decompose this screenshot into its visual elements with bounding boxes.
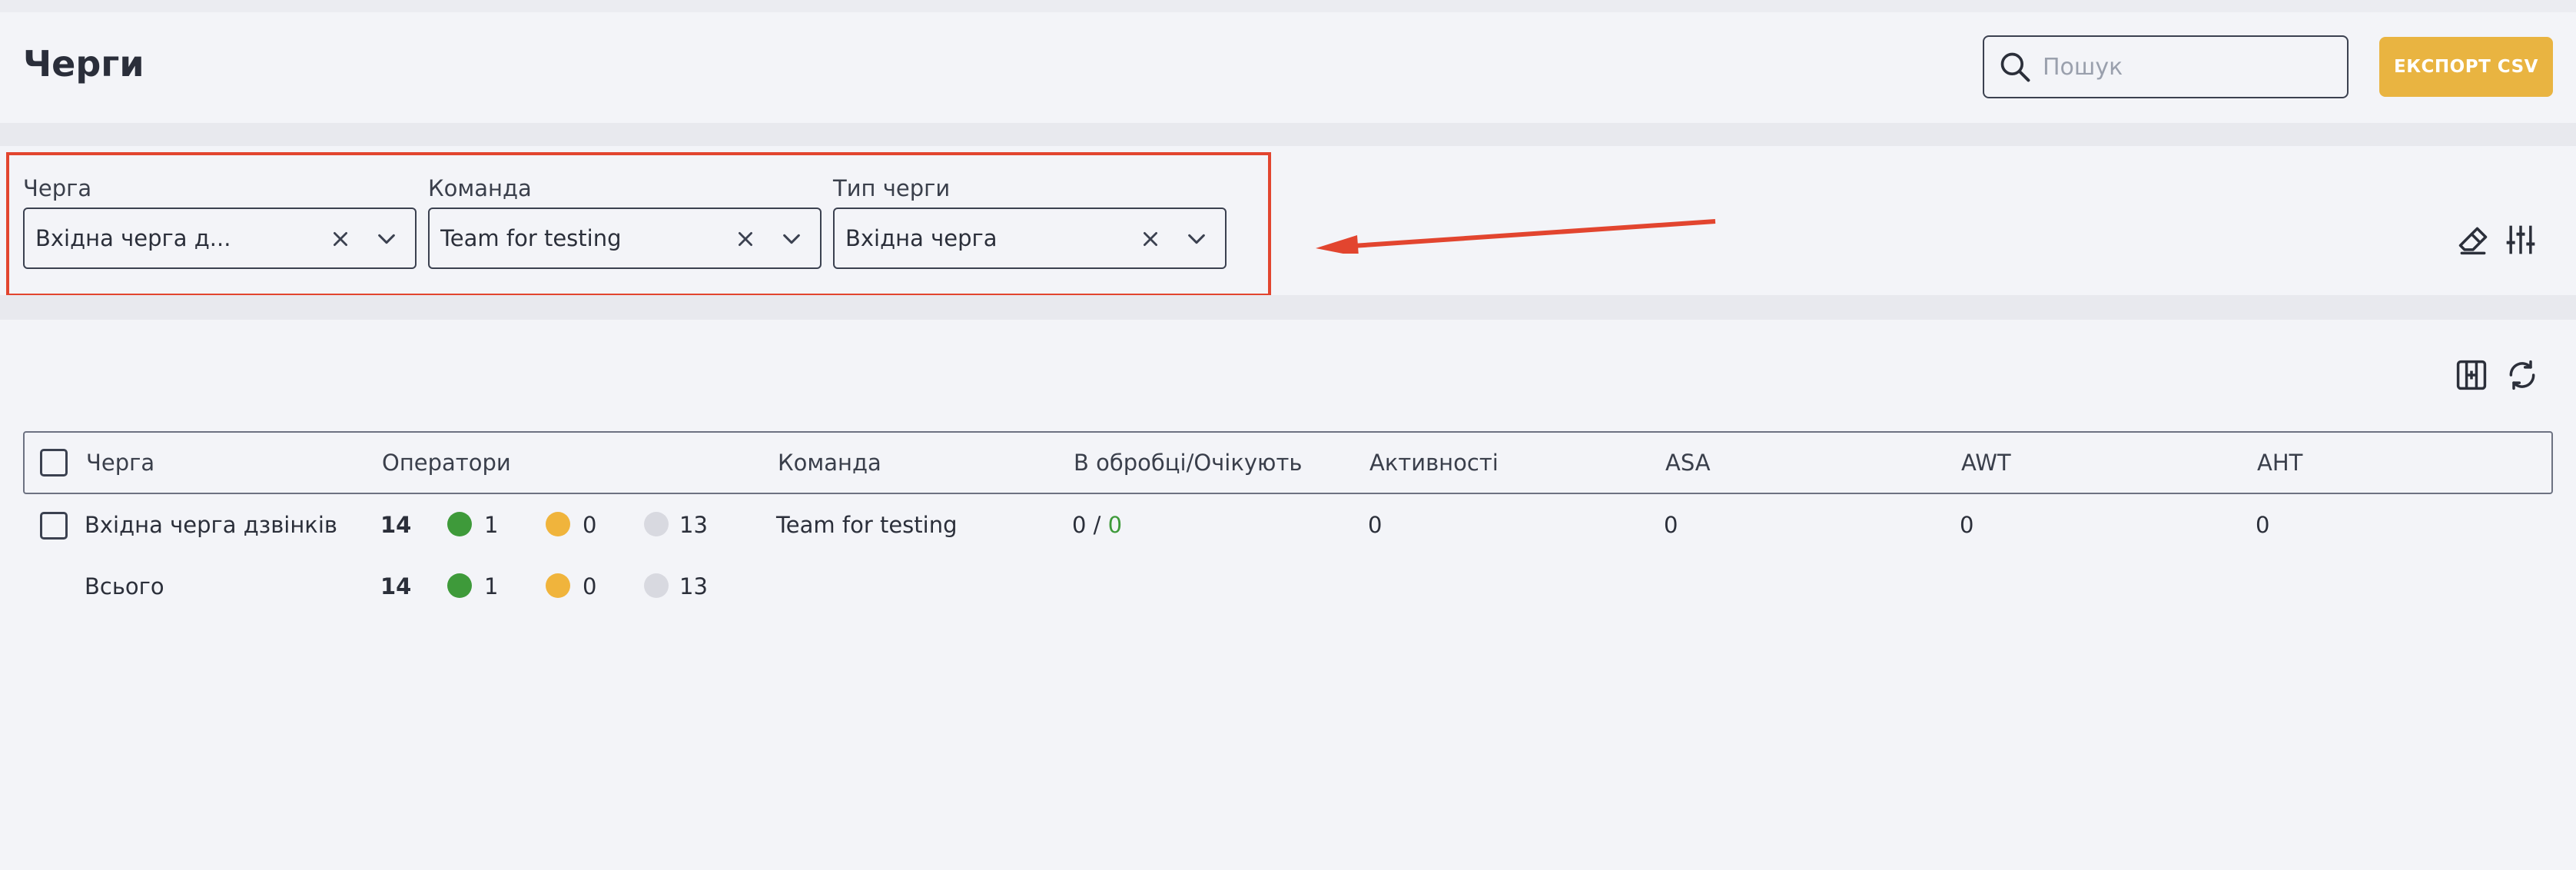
filter-queue-type-value: Вхідна черга [845,225,998,251]
status-offline-dot [644,512,669,536]
filter-queue-label: Черга [23,175,92,201]
export-csv-button[interactable]: ЕКСПОРТ CSV [2379,37,2553,97]
filter-team: Команда Team for testing [428,175,822,269]
operators-busy-count: 0 [583,512,597,538]
column-header-in-progress-waiting[interactable]: В обробці/Очікують [1074,450,1302,476]
column-header-operators[interactable]: Оператори [382,450,511,476]
operators-total: 14 [380,512,412,538]
sliders-icon[interactable] [2501,220,2541,260]
column-header-awt[interactable]: AWT [1961,450,2011,476]
search-icon [2000,52,2030,82]
status-busy-dot [546,573,570,598]
search-input[interactable] [2043,53,2335,81]
total-label: Всього [85,573,164,599]
close-icon[interactable] [1134,223,1167,255]
chevron-down-icon[interactable] [1180,223,1213,255]
annotation-arrow [1316,219,1716,254]
top-strip [0,0,2576,12]
refresh-icon[interactable] [2502,355,2542,395]
in-progress-count: 0 / [1072,512,1101,538]
total-busy-count: 0 [583,573,597,599]
filter-queue-type-label: Тип черги [833,175,951,201]
column-header-aht[interactable]: AHT [2257,450,2302,476]
chevron-down-icon[interactable] [775,223,808,255]
waiting-count: 0 [1107,512,1123,538]
filter-team-select[interactable]: Team for testing [428,208,822,269]
page-header: Черги ЕКСПОРТ CSV [0,12,2576,123]
queue-name: Вхідна черга дзвінків [85,512,337,538]
total-offline-count: 13 [679,573,708,599]
queues-table-area: Черга Оператори Команда В обробці/Очікую… [0,320,2576,870]
close-icon[interactable] [324,223,357,255]
asa-value: 0 [1664,512,1678,538]
awt-value: 0 [1960,512,1974,538]
column-header-queue[interactable]: Черга [86,450,154,476]
filter-queue-type: Тип черги Вхідна черга [833,175,1227,269]
in-progress-waiting: 0 / 0 [1072,512,1122,538]
column-header-asa[interactable]: ASA [1665,450,1711,476]
select-all-checkbox[interactable] [40,449,68,477]
filter-queue-value: Вхідна черга д... [35,225,231,251]
row-checkbox[interactable] [40,512,68,540]
table-header: Черга Оператори Команда В обробці/Очікую… [23,431,2553,494]
filter-queue-type-select[interactable]: Вхідна черга [833,208,1227,269]
operators-offline-count: 13 [679,512,708,538]
aht-value: 0 [2256,512,2270,538]
table-row[interactable]: Вхідна черга дзвінків 14 1 0 13 Team for… [23,495,2553,556]
page-title: Черги [23,43,144,85]
total-operators: 14 [380,573,412,599]
queues-page: Черги ЕКСПОРТ CSV Черга Вхідна черга д..… [0,0,2576,870]
table-total-row: Всього 14 1 0 13 [23,556,2553,618]
activities-value: 0 [1368,512,1383,538]
operators-online-count: 1 [484,512,499,538]
chevron-down-icon[interactable] [370,223,403,255]
filter-queue-select[interactable]: Вхідна черга д... [23,208,417,269]
section-divider [0,123,2576,146]
search-box[interactable] [1983,35,2349,98]
section-divider [0,295,2576,320]
status-offline-dot [644,573,669,598]
total-online-count: 1 [484,573,499,599]
eraser-icon[interactable] [2453,220,2493,260]
filter-queue: Черга Вхідна черга д... [23,175,417,269]
columns-icon[interactable] [2452,355,2491,395]
status-busy-dot [546,512,570,536]
close-icon[interactable] [729,223,762,255]
column-header-team[interactable]: Команда [778,450,881,476]
column-header-activities[interactable]: Активності [1369,450,1499,476]
status-online-dot [447,573,472,598]
status-online-dot [447,512,472,536]
filter-team-value: Team for testing [440,225,622,251]
filter-panel: Черга Вхідна черга д... Команда Team for… [0,146,2576,297]
team-name: Team for testing [776,512,958,538]
filter-team-label: Команда [428,175,532,201]
